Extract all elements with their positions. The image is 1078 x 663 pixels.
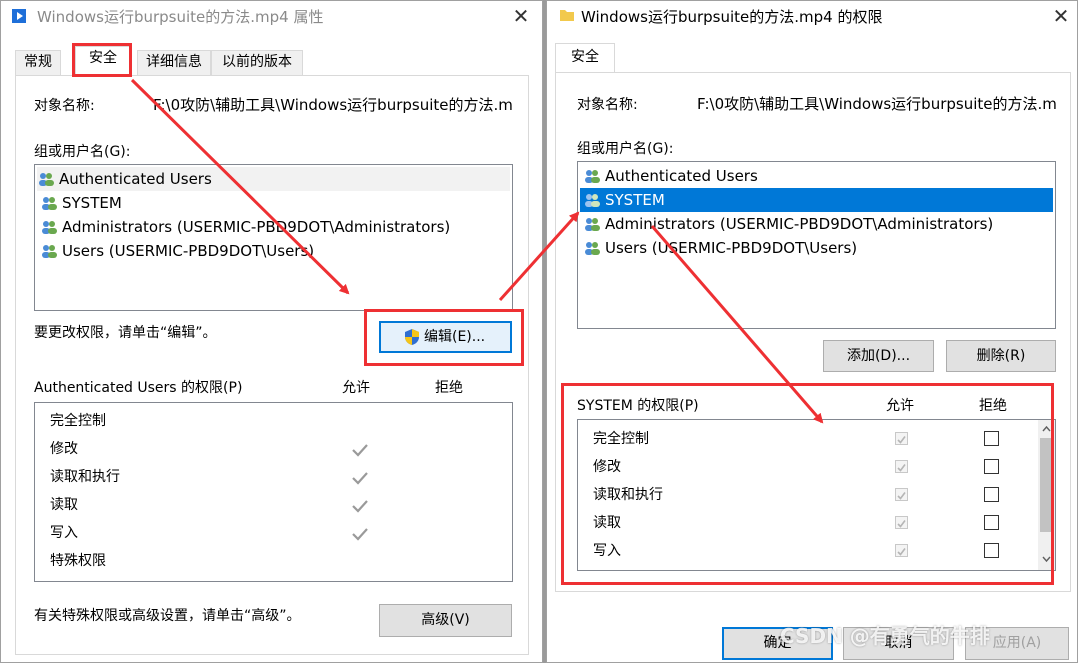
- watermark: CSDN @有勇气的牛排: [780, 624, 990, 648]
- arrow-system-to-permissions: [650, 225, 824, 424]
- annotation-arrows: [130, 78, 824, 424]
- arrow-tab-to-edit: [130, 78, 350, 295]
- arrow-edit-to-system: [498, 211, 580, 302]
